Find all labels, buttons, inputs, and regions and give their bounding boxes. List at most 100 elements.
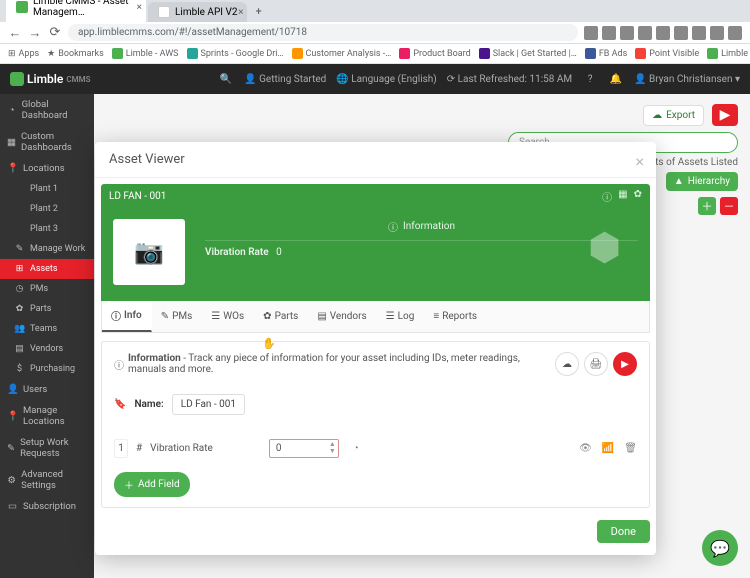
bookmark[interactable]: ⊞ Apps [8,49,39,59]
sidebar-item-locations[interactable]: 📍Locations [0,158,94,179]
asset-image-placeholder[interactable]: 📷 [113,219,185,285]
clock-icon[interactable]: ▦ [618,189,627,204]
sidebar-item-purchasing[interactable]: $Purchasing [0,359,94,379]
ext-icon[interactable] [584,26,598,40]
ext-icon[interactable] [656,26,670,40]
sidebar: ◔Global Dashboard▦Custom Dashboards📍Loca… [0,94,94,578]
play-icon[interactable]: ▶ [613,352,637,376]
sidebar-item-teams[interactable]: 👥Teams [0,319,94,339]
last-refreshed: ⟳ Last Refreshed: 11:58 AM [447,74,572,85]
ext-icon[interactable] [692,26,706,40]
search-icon[interactable]: 🔍 [218,74,234,85]
user-menu[interactable]: 👤 Bryan Christiansen ▾ [634,74,740,85]
name-value[interactable]: LD Fan - 001 [172,394,245,415]
sidebar-item-subscription[interactable]: ▭Subscription [0,496,94,517]
add-asset-button[interactable]: ▶ [712,104,738,126]
tab-reports[interactable]: ≡Reports [424,301,487,332]
sidebar-item-global-dashboard[interactable]: ◔Global Dashboard [0,94,94,126]
app-area: LimbleCMMS 🔍 👤 Getting Started 🌐 Languag… [0,64,750,578]
sidebar-item-manage-work[interactable]: ✎Manage Work [0,239,94,259]
bell-icon[interactable]: 🔔 [608,74,624,85]
new-tab-button[interactable]: + [249,1,267,22]
vibration-rate-input[interactable]: 0 ▲▼ [269,439,339,458]
browser-chrome: Limble CMMS - Asset Managem…× Limble API… [0,0,750,64]
ext-icon[interactable] [674,26,688,40]
intercom-button[interactable]: 💬 [702,530,738,566]
sidebar-item-advanced-settings[interactable]: ⚙Advanced Settings [0,464,94,496]
language-selector[interactable]: 🌐 Language (English) [336,74,437,85]
sidebar-item-setup-work-requests[interactable]: ✎Setup Work Requests [0,432,94,464]
browser-tab-2[interactable]: Limble API V2× [148,2,247,22]
trash-icon[interactable]: 🗑 [624,443,637,454]
print-icon[interactable]: 🖨 [584,352,608,376]
sidebar-item-pms[interactable]: ◷PMs [0,279,94,299]
time-icon[interactable]: ◔ [353,443,359,454]
tab-wos[interactable]: ☰WOs [202,301,254,332]
info-icon: ⓘ [114,357,124,372]
bookmark[interactable]: Sprints - Google Dri… [187,48,284,59]
getting-started-link[interactable]: 👤 Getting Started [244,74,326,85]
back-icon[interactable]: ← [8,25,22,41]
asset-code: LD FAN - 001 [109,191,166,202]
ext-icon[interactable] [620,26,634,40]
forward-icon[interactable]: → [28,25,42,41]
close-icon[interactable]: × [635,152,644,171]
bookmark[interactable]: Slack | Get Started |… [479,48,577,59]
ext-icon[interactable] [728,26,742,40]
extension-icons [584,26,742,40]
sidebar-item-custom-dashboards[interactable]: ▦Custom Dashboards [0,126,94,158]
favicon-icon [16,1,28,13]
eye-icon[interactable]: 👁 [579,443,592,454]
bookmark[interactable]: Limble Point Visible [707,48,750,59]
reload-icon[interactable]: ⟳ [48,25,62,40]
collapse-all-button[interactable]: － [720,197,738,215]
bookmark[interactable]: Point Visible [635,48,699,59]
expand-all-button[interactable]: ＋ [698,197,716,215]
url-field[interactable]: app.limblecmms.com/#!/assetManagement/10… [68,24,578,41]
logo[interactable]: LimbleCMMS [10,72,90,86]
hierarchy-button[interactable]: ▲ Hierarchy [666,172,738,191]
sidebar-item-vendors[interactable]: ▤Vendors [0,339,94,359]
export-button[interactable]: ☁ Export [643,105,704,126]
sidebar-item-plant-2[interactable]: Plant 2 [0,199,94,219]
bookmark[interactable]: FB Ads [585,48,627,59]
bookmark[interactable]: ★ Bookmarks [47,49,104,59]
sidebar-item-plant-1[interactable]: Plant 1 [0,179,94,199]
sidebar-item-plant-3[interactable]: Plant 3 [0,219,94,239]
bookmark[interactable]: Limble - AWS [112,48,179,59]
bookmarks-bar: ⊞ Apps ★ Bookmarks Limble - AWS Sprints … [0,44,750,64]
close-icon[interactable]: × [238,7,243,18]
sidebar-item-users[interactable]: 👤Users [0,379,94,400]
address-bar: ← → ⟳ app.limblecmms.com/#!/assetManagem… [0,22,750,44]
field-index: 1 [114,439,128,458]
help-icon[interactable]: ? [582,74,598,85]
tab-info[interactable]: ⓘInfo [102,301,152,332]
wifi-icon[interactable]: 📶 [602,443,614,454]
tag-icon: 🔖 [114,399,126,410]
bookmark[interactable]: Customer Analysis -… [292,48,392,59]
tab-log[interactable]: ☰Log [377,301,425,332]
ext-icon[interactable] [710,26,724,40]
tab-parts[interactable]: ✿Parts [254,301,308,332]
sidebar-item-parts[interactable]: ✿Parts [0,299,94,319]
info-panel: ⓘ Information - Track any piece of infor… [101,341,650,508]
spinner-icon[interactable]: ▲▼ [329,441,336,455]
favicon-icon [158,6,170,18]
add-field-button[interactable]: ＋ Add Field [114,472,190,497]
gear-icon[interactable]: ✿ [634,189,642,204]
tab-bar: Limble CMMS - Asset Managem…× Limble API… [0,0,750,22]
browser-tab-1[interactable]: Limble CMMS - Asset Managem…× [6,0,146,22]
sidebar-item-manage-locations[interactable]: 📍Manage Locations [0,400,94,432]
tab-vendors[interactable]: ▤Vendors [308,301,376,332]
tab-pms[interactable]: ✎PMs [152,301,203,332]
asset-tabs: ⓘInfo✎PMs☰WOs✿Parts▤Vendors☰Log≡Reports [101,301,650,333]
sidebar-item-assets[interactable]: ⊞Assets [0,259,94,279]
ext-icon[interactable] [638,26,652,40]
close-icon[interactable]: × [137,2,142,13]
info-icon[interactable]: ⓘ [602,189,612,204]
ext-icon[interactable] [602,26,616,40]
hash-icon: # [136,443,142,454]
done-button[interactable]: Done [597,520,650,543]
download-icon[interactable]: ☁ [555,352,579,376]
bookmark[interactable]: Product Board [399,48,470,59]
